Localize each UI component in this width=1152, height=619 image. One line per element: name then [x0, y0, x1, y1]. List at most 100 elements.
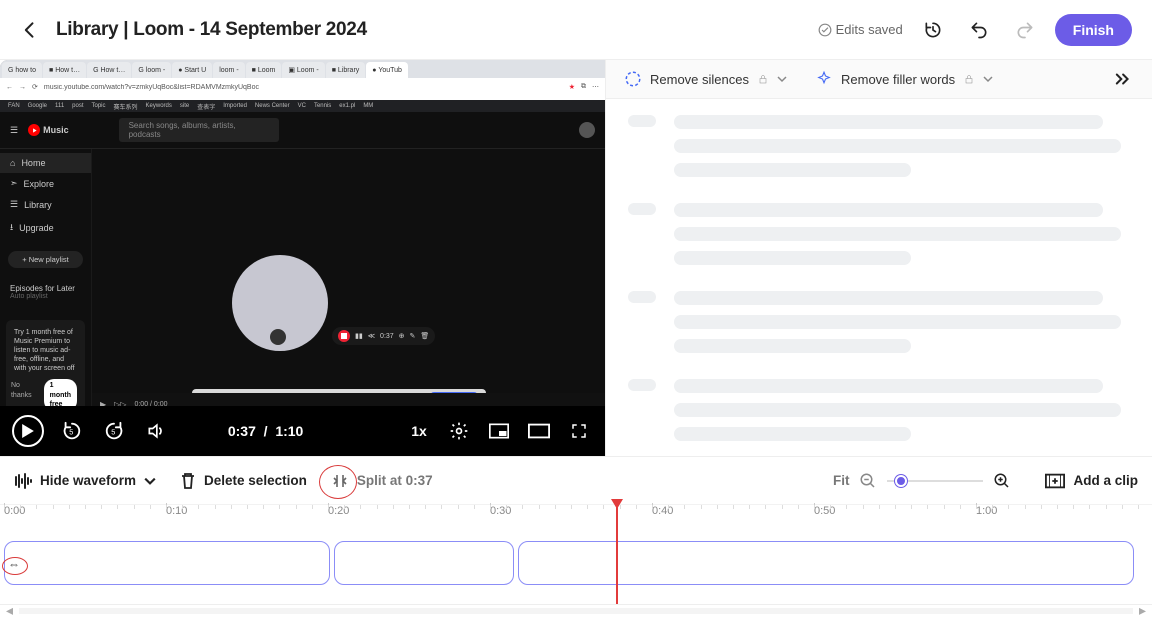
- transcript-tools: Remove silences Remove filler words: [606, 60, 1152, 99]
- browser-tab: ■ How t…: [43, 62, 86, 78]
- avatar: [579, 122, 595, 138]
- sidebar-item-library: ☰Library: [0, 194, 91, 215]
- fit-label: Fit: [833, 473, 850, 488]
- ytm-logo: Music: [28, 124, 69, 136]
- browser-tab: G loom -: [132, 62, 171, 78]
- clip-icon: [1045, 473, 1065, 489]
- zoom-out-button[interactable]: [859, 472, 877, 490]
- recording-toolbar: ▮▮ ≪ 0:37 ⊕✎🗑: [332, 327, 435, 345]
- hide-waveform-label: Hide waveform: [40, 473, 136, 488]
- lock-icon: [757, 73, 769, 85]
- add-clip-label: Add a clip: [1073, 473, 1138, 488]
- browser-tab: loom -: [213, 62, 244, 78]
- svg-text:5: 5: [69, 428, 73, 437]
- remove-filler-button[interactable]: Remove filler words: [815, 70, 993, 88]
- delete-selection-button[interactable]: Delete selection: [180, 472, 307, 490]
- hamburger-icon: ☰: [10, 125, 18, 136]
- time-display: 0:37 / 1:10: [228, 423, 304, 439]
- new-playlist-button: + New playlist: [8, 251, 83, 268]
- browser-tab: G how to: [2, 62, 42, 78]
- play-button[interactable]: [12, 415, 44, 447]
- volume-button[interactable]: [142, 417, 170, 445]
- browser-tab: ■ Library: [326, 62, 366, 78]
- speed-button[interactable]: 1x: [405, 417, 433, 445]
- rewind-5-button[interactable]: 5: [58, 417, 86, 445]
- bookmarks-bar: FANGoogle111postTopic赛车系列Keywordssite查表字…: [0, 100, 605, 112]
- record-icon: [338, 330, 350, 342]
- clip-segment[interactable]: [518, 541, 1134, 585]
- chevron-down-icon: [144, 475, 156, 487]
- episodes-later: Episodes for Later Auto playlist: [0, 278, 91, 306]
- remove-silences-button[interactable]: Remove silences: [624, 70, 787, 88]
- ytmusic-app: ☰ Music Search songs, albums, artists, p…: [0, 112, 605, 406]
- player-controls: 5 5 0:37 / 1:10 1x: [0, 406, 605, 456]
- trash-icon: [180, 472, 196, 490]
- back-button[interactable]: [20, 20, 40, 40]
- video-preview: G how to ■ How t… G How t… G loom - ● St…: [0, 60, 605, 456]
- saved-label: Edits saved: [836, 22, 903, 37]
- remove-filler-label: Remove filler words: [841, 72, 955, 87]
- topbar: Library | Loom - 14 September 2024 Edits…: [0, 0, 1152, 60]
- stage: ▮▮ ≪ 0:37 ⊕✎🗑 Loom – Screen Recorder & S…: [92, 149, 605, 415]
- timeline[interactable]: 0:00 0:10 0:20 0:30 0:40 0:50 1:00 ⇔: [0, 504, 1152, 604]
- premium-promo: Try 1 month free of Music Premium to lis…: [6, 320, 85, 419]
- transcript-loading: [606, 99, 1152, 456]
- time-ruler: 0:00 0:10 0:20 0:30 0:40 0:50 1:00: [0, 505, 1152, 529]
- hide-waveform-button[interactable]: Hide waveform: [14, 473, 156, 489]
- playhead[interactable]: [616, 505, 618, 604]
- tick: 0:00: [4, 505, 25, 517]
- collapse-panel-button[interactable]: [1112, 67, 1136, 91]
- chevron-down-icon: [777, 74, 787, 84]
- svg-text:5: 5: [111, 428, 115, 437]
- remove-silences-label: Remove silences: [650, 72, 749, 87]
- redo-button[interactable]: [1009, 14, 1041, 46]
- sparkle-icon: [815, 70, 833, 88]
- pip-icon[interactable]: [485, 417, 513, 445]
- upgrade-icon: ⭳: [10, 220, 13, 236]
- browser-chrome: G how to ■ How t… G How t… G loom - ● St…: [0, 60, 605, 100]
- tick: 1:00: [976, 505, 997, 517]
- add-clip-button[interactable]: Add a clip: [1045, 473, 1138, 489]
- tick: 0:40: [652, 505, 673, 517]
- address-bar: ←→⟳ music.youtube.com/watch?v=zmkyUqBoc&…: [0, 78, 605, 96]
- webcam-menu-dot: [270, 329, 286, 345]
- history-button[interactable]: [917, 14, 949, 46]
- fullscreen-icon[interactable]: [565, 417, 593, 445]
- clip-track: [4, 541, 1140, 585]
- undo-button[interactable]: [963, 14, 995, 46]
- delete-selection-label: Delete selection: [204, 473, 307, 488]
- library-icon: ☰: [10, 199, 18, 210]
- split-label: Split at 0:37: [357, 473, 433, 488]
- page-title: Library | Loom - 14 September 2024: [56, 19, 367, 41]
- trim-handle-icon[interactable]: ⇔: [8, 557, 20, 571]
- finish-button[interactable]: Finish: [1055, 14, 1132, 46]
- clip-segment[interactable]: [4, 541, 330, 585]
- split-button[interactable]: Split at 0:37: [331, 473, 433, 489]
- tick: 0:30: [490, 505, 511, 517]
- forward-5-button[interactable]: 5: [100, 417, 128, 445]
- tick: 0:20: [328, 505, 349, 517]
- zoom-slider[interactable]: [887, 480, 983, 482]
- pause-icon: ▮▮: [355, 332, 363, 340]
- chevron-down-icon: [983, 74, 993, 84]
- home-icon: ⌂: [10, 158, 15, 168]
- ytm-sidebar: ⌂Home ➣Explore ☰Library ⭳Upgrade + New p…: [0, 149, 92, 415]
- split-icon: [331, 473, 349, 489]
- horizontal-scrollbar[interactable]: ◂▸: [0, 604, 1152, 616]
- browser-tab: G How t…: [87, 62, 131, 78]
- browser-tab: ■ Loom: [246, 62, 282, 78]
- settings-icon[interactable]: [445, 417, 473, 445]
- browser-tab: ▣ Loom -: [282, 62, 324, 78]
- tick: 0:10: [166, 505, 187, 517]
- rec-time: 0:37: [380, 333, 394, 340]
- sidebar-item-explore: ➣Explore: [0, 173, 91, 194]
- restart-icon: ≪: [368, 332, 375, 340]
- theater-icon[interactable]: [525, 417, 553, 445]
- browser-tab: ● Start U: [172, 62, 212, 78]
- zoom-in-button[interactable]: [993, 472, 1011, 490]
- browser-tab-active: ● YouTub: [366, 62, 408, 78]
- sidebar-item-upgrade: ⭳Upgrade: [0, 215, 91, 241]
- clip-segment[interactable]: [334, 541, 514, 585]
- browser-tabstrip: G how to ■ How t… G How t… G loom - ● St…: [0, 60, 605, 78]
- sidebar-item-home: ⌂Home: [0, 153, 91, 173]
